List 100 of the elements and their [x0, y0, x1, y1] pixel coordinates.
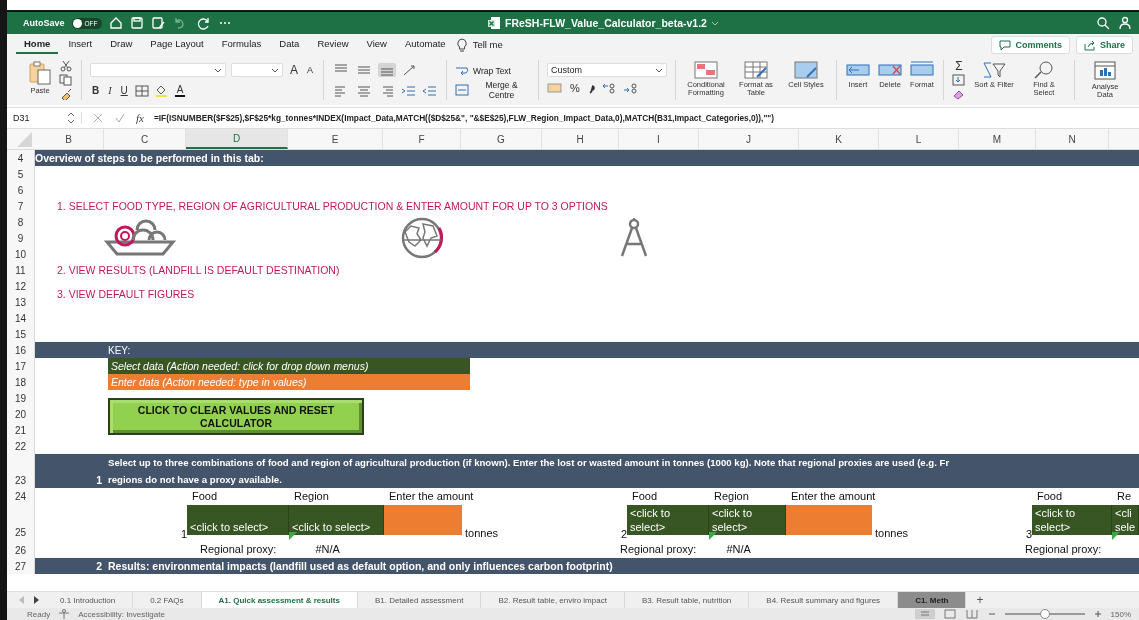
formula-field[interactable]: =IF(ISNUMBER($F$25),$F$25*kg_tonnes*INDEX(Impact_Data,MATCH(($D$25&", "&$E$25),FLW_Region_Impact_Data,0),MATCH(B31,Impact_Categories,0)),"") — [153, 113, 775, 123]
step-text: 3. VIEW DEFAULT FIGURES — [56, 287, 196, 302]
row-number[interactable]: 21 — [7, 422, 34, 438]
row-number[interactable]: 22 — [7, 438, 34, 454]
column-header[interactable]: H — [542, 129, 619, 149]
ribbon-tab[interactable]: Insert — [60, 35, 101, 54]
row-number[interactable]: 16 — [7, 342, 34, 358]
food-dropdown-cell[interactable]: <click to select> — [1032, 505, 1112, 535]
column-label: Enter the amount — [790, 489, 876, 504]
region-dropdown-cell[interactable]: <click to select> — [709, 505, 786, 535]
option-number: 2 — [619, 528, 627, 540]
region-dropdown-cell[interactable]: <click to select> — [289, 505, 384, 535]
ribbon-tab[interactable]: View — [358, 35, 395, 54]
row-number[interactable]: 11 — [7, 262, 34, 278]
banner-text: Select up to three combinations of food and region of agricultural production (if known). Enter the lost or wasted amount in tonnes (1000 kg). Note that regional proxies are used (e.g. Fr — [108, 457, 950, 468]
row-number[interactable]: 24 — [7, 488, 34, 504]
step-text: 2. VIEW RESULTS (LANDFILL IS DEFAULT DESTINATION) — [56, 263, 341, 278]
region-dropdown-cell[interactable]: <cli sele — [1112, 505, 1139, 535]
row-number[interactable]: 4 — [7, 150, 34, 166]
proxy-value: #N/A — [315, 542, 340, 557]
sheet-tab[interactable]: C1. Meth — [898, 592, 967, 608]
row-number[interactable]: 18 — [7, 374, 34, 390]
column-header[interactable]: K — [799, 129, 879, 149]
comments-button[interactable]: Comments — [991, 35, 1070, 54]
grow-font-button[interactable]: A — [288, 62, 300, 77]
row-number[interactable]: 14 — [7, 310, 34, 326]
banner-text: Results: environmental impacts (landfill used as default option, and only influences carbon footprint) — [108, 560, 613, 572]
ribbon-tab[interactable]: Page Layout — [142, 35, 212, 54]
share-button[interactable]: Share — [1076, 35, 1133, 54]
row-number[interactable]: 19 — [7, 390, 34, 406]
row-number[interactable]: 13 — [7, 294, 34, 310]
row-number[interactable]: 12 — [7, 278, 34, 294]
ribbon-tab[interactable]: Review — [309, 35, 357, 54]
row-number[interactable]: 25 — [7, 504, 34, 540]
shrink-font-button[interactable]: A — [305, 64, 316, 75]
column-header[interactable]: D — [186, 129, 288, 149]
proxy-label: Regional proxy: — [1025, 542, 1102, 557]
ribbon-tab[interactable]: Automate — [396, 35, 454, 54]
font-color-button[interactable]: A — [174, 84, 186, 97]
autosum-button[interactable]: Σ — [952, 60, 966, 72]
row-number[interactable]: 23 — [7, 454, 34, 488]
column-label: Food — [631, 489, 659, 504]
column-header[interactable]: F — [383, 129, 461, 149]
column-header[interactable]: J — [699, 129, 799, 149]
row-number[interactable]: 15 — [7, 326, 34, 342]
food-dropdown-cell[interactable]: <click to select> — [187, 505, 289, 535]
key-title: KEY: — [108, 344, 131, 356]
row-number[interactable]: 26 — [7, 540, 34, 558]
status-text: Ready — [27, 609, 51, 619]
ribbon-tab[interactable]: Data — [271, 35, 308, 54]
enter-data-key: Enter data (Action needed: type in values) — [108, 374, 470, 390]
row-number[interactable]: 10 — [7, 246, 34, 262]
column-label: Region — [293, 489, 330, 504]
percent-button[interactable]: % — [568, 82, 582, 94]
proxy-label: Regional proxy: — [200, 542, 277, 557]
column-label: Re — [1116, 489, 1133, 504]
function-button[interactable]: fx — [136, 112, 144, 124]
row-number[interactable]: 8 — [7, 214, 34, 230]
row-number[interactable]: 5 — [7, 166, 34, 182]
section-number: 1 — [95, 473, 103, 488]
document-title: FReSH-FLW_Value_Calculator_beta-v1.2 — [505, 17, 707, 29]
option-number: 3 — [1024, 528, 1032, 540]
row-number[interactable]: 17 — [7, 358, 34, 374]
column-header[interactable]: G — [461, 129, 542, 149]
reset-button[interactable]: CLICK TO CLEAR VALUES AND RESET CALCULATOR — [108, 398, 364, 435]
bold-button[interactable]: B — [90, 85, 102, 96]
tell-me-label[interactable]: Tell me — [472, 39, 503, 50]
accessibility-status[interactable]: Accessibility: Investigate — [78, 609, 165, 619]
column-header[interactable]: I — [619, 129, 699, 149]
row-number[interactable]: 6 — [7, 182, 34, 198]
merge-button[interactable]: Merge & Centre — [455, 81, 530, 98]
unit-label: tonnes — [874, 527, 909, 540]
ribbon-tab[interactable]: Draw — [102, 35, 141, 54]
italic-button[interactable]: I — [106, 85, 114, 96]
row-number[interactable]: 7 — [7, 198, 34, 214]
row-number[interactable]: 20 — [7, 406, 34, 422]
column-label: Enter the amount — [388, 489, 474, 504]
add-sheet-button[interactable]: + — [966, 593, 994, 607]
wrap-text-button[interactable]: Wrap Text — [455, 62, 530, 79]
autosave-label: AutoSave — [23, 18, 65, 28]
column-label: Region — [713, 489, 750, 504]
column-header[interactable]: M — [959, 129, 1036, 149]
sheet-tab[interactable]: A1. Quick assessment & results — [201, 592, 358, 608]
food-dropdown-cell[interactable]: <click to select> — [627, 505, 709, 535]
column-header[interactable]: E — [288, 129, 383, 149]
number-format-field[interactable]: Custom — [547, 62, 667, 77]
section-number: 2 — [95, 560, 103, 572]
row-number[interactable]: 27 — [7, 558, 34, 574]
banner-text: regions do not have a proxy available. — [108, 474, 283, 485]
select-data-key: Select data (Action needed: click for drop down menus) — [108, 358, 470, 374]
column-header[interactable]: N — [1036, 129, 1109, 149]
option-number: 1 — [179, 528, 187, 540]
unit-label: tonnes — [464, 527, 499, 540]
row-number[interactable]: 9 — [7, 230, 34, 246]
column-header[interactable]: L — [879, 129, 959, 149]
ribbon-tab[interactable]: Formulas — [213, 35, 270, 54]
name-box[interactable]: D31 — [13, 112, 82, 124]
column-header[interactable]: B — [34, 129, 104, 149]
underline-button[interactable]: U — [118, 85, 130, 96]
step-text: 1. SELECT FOOD TYPE, REGION OF AGRICULTURAL PRODUCTION & ENTER AMOUNT FOR UP TO 3 OPTIONS — [56, 199, 609, 214]
